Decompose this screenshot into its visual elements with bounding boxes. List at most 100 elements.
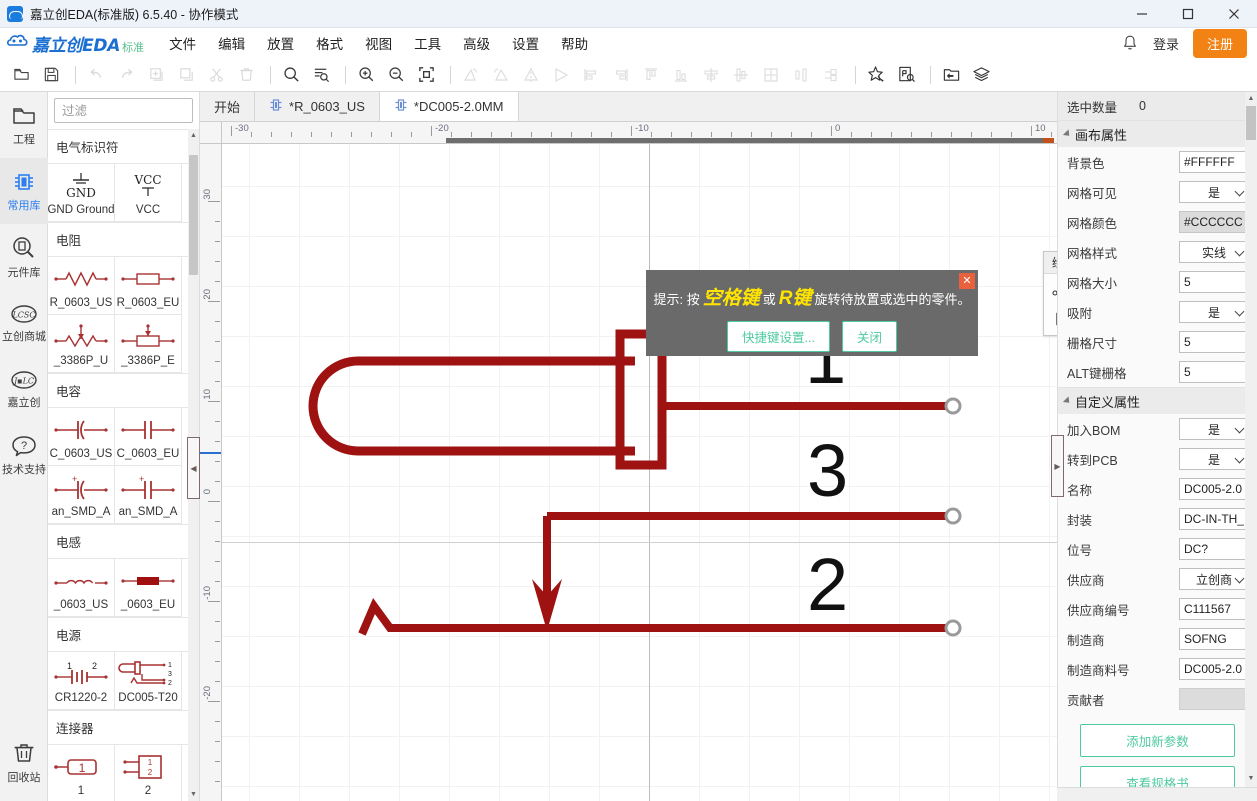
rotate-left-icon[interactable] (458, 62, 484, 88)
undo-icon[interactable] (83, 62, 109, 88)
mirror-vertical-icon[interactable] (518, 62, 544, 88)
brand-logo[interactable]: 嘉立创EDA 标准 (6, 31, 144, 56)
menu-view[interactable]: 视图 (354, 29, 403, 57)
maximize-button[interactable] (1165, 0, 1211, 28)
prop-convert-to-pcb[interactable]: 是 (1179, 448, 1249, 470)
menu-tools[interactable]: 工具 (403, 29, 452, 57)
properties-scrollbar-thumb[interactable] (1246, 106, 1256, 140)
library-scroll-area[interactable]: 电气标识符 GND GND Ground (48, 129, 200, 801)
rail-item-jlc[interactable]: J▪LC 嘉立创 (0, 356, 48, 422)
select-all-icon[interactable] (863, 62, 889, 88)
library-item-conn2[interactable]: 1 2 2 (115, 745, 182, 801)
prop-add-to-bom[interactable]: 是 (1179, 418, 1249, 440)
zoom-in-icon[interactable] (353, 62, 379, 88)
fit-to-screen-icon[interactable] (413, 62, 439, 88)
prop-grid-size[interactable] (1179, 271, 1249, 293)
prop-name[interactable] (1179, 478, 1249, 500)
filter-input[interactable] (54, 98, 193, 123)
rail-item-common-library[interactable]: 常用库 (0, 158, 48, 224)
rail-item-component-library[interactable]: 元件库 (0, 224, 48, 290)
tab-dc005-2-0mm[interactable]: *DC005-2.0MM (380, 92, 519, 121)
prop-grid-style[interactable]: 实线 (1179, 241, 1249, 263)
prop-snap[interactable]: 是 (1179, 301, 1249, 323)
distribute-vertical-icon[interactable] (818, 62, 844, 88)
delete-icon[interactable] (233, 62, 259, 88)
library-item-cap-smd-a2[interactable]: + an_SMD_A (115, 466, 182, 524)
dc-jack-symbol[interactable]: 1 3 2 (222, 144, 1057, 801)
vertical-ruler[interactable]: 30 20 10 0 -10 -20 (200, 144, 222, 801)
prop-contributor[interactable] (1179, 688, 1249, 710)
menu-help[interactable]: 帮助 (550, 29, 599, 57)
add-new-parameter-button[interactable]: 添加新参数 (1080, 724, 1235, 757)
custom-properties-section-header[interactable]: 自定义属性 (1058, 387, 1257, 414)
library-item-dc005-t20[interactable]: 1 3 2 DC005-T20 (115, 652, 182, 710)
prop-alt-grid[interactable] (1179, 361, 1249, 383)
menu-file[interactable]: 文件 (158, 29, 207, 57)
prop-supplier[interactable]: 立创商 (1179, 568, 1249, 590)
import-icon[interactable] (938, 62, 964, 88)
align-grid-icon[interactable] (758, 62, 784, 88)
menu-advanced[interactable]: 高级 (452, 29, 501, 57)
mirror-horizontal-icon[interactable] (548, 62, 574, 88)
align-right-icon[interactable] (608, 62, 634, 88)
rail-item-support[interactable]: ? 技术支持 (0, 422, 48, 488)
close-icon[interactable]: ✕ (959, 273, 975, 289)
canvas-properties-section-header[interactable]: 画布属性 (1058, 120, 1257, 147)
library-item-c0603us[interactable]: C_0603_US (48, 408, 115, 466)
cut-icon[interactable] (203, 62, 229, 88)
library-item-r0603eu[interactable]: R_0603_EU (115, 257, 182, 315)
minimize-button[interactable] (1119, 0, 1165, 28)
library-item-3386p-u[interactable]: _3386P_U (48, 315, 115, 373)
prop-designator[interactable] (1179, 538, 1249, 560)
prop-manufacturer[interactable] (1179, 628, 1249, 650)
align-bottom-icon[interactable] (668, 62, 694, 88)
rectangle-icon[interactable] (1048, 305, 1057, 333)
collapse-right-panel-handle[interactable]: ▶ (1051, 435, 1064, 497)
register-button[interactable]: 注册 (1193, 29, 1247, 58)
library-item-l0603us[interactable]: _0603_US (48, 559, 115, 617)
menu-format[interactable]: 格式 (305, 29, 354, 57)
library-item-c0603eu[interactable]: C_0603_EU (115, 408, 182, 466)
tab-start[interactable]: 开始 (200, 92, 255, 121)
pin-icon[interactable]: 1I (1048, 277, 1057, 305)
align-left-icon[interactable] (578, 62, 604, 88)
scroll-up-arrow-icon[interactable]: ▲ (1245, 92, 1257, 105)
library-item-gnd[interactable]: GND GND Ground (48, 164, 115, 222)
copy-icon[interactable] (143, 62, 169, 88)
library-item-cap-smd-a1[interactable]: + an_SMD_A (48, 466, 115, 524)
find-replace-icon[interactable] (308, 62, 334, 88)
open-file-icon[interactable] (8, 62, 34, 88)
align-center-vertical-icon[interactable] (728, 62, 754, 88)
layers-icon[interactable] (968, 62, 994, 88)
zoom-out-icon[interactable] (383, 62, 409, 88)
library-item-cr1220[interactable]: 1 2 CR1220-2 (48, 652, 115, 710)
scroll-down-arrow-icon[interactable]: ▼ (1245, 772, 1257, 785)
horizontal-ruler[interactable]: -30 -20 -10 0 10 (200, 122, 1057, 144)
pan-tool-icon[interactable] (893, 62, 919, 88)
prop-manufacturer-part-number[interactable] (1179, 658, 1249, 680)
prop-supplier-part-number[interactable] (1179, 598, 1249, 620)
prop-grid-color[interactable] (1179, 211, 1249, 233)
menu-edit[interactable]: 编辑 (207, 29, 256, 57)
library-item-r0603us[interactable]: R_0603_US (48, 257, 115, 315)
tip-close-button[interactable]: 关闭 (842, 321, 897, 352)
duplicate-icon[interactable] (173, 62, 199, 88)
library-item-conn1[interactable]: 1 1 (48, 745, 115, 801)
library-item-3386p-e[interactable]: _3386P_E (115, 315, 182, 373)
schematic-canvas-area[interactable]: -30 -20 -10 0 10 30 20 10 0 -10 (200, 122, 1057, 801)
shortcut-settings-button[interactable]: 快捷键设置... (727, 321, 830, 352)
align-top-icon[interactable] (638, 62, 664, 88)
library-item-l0603eu[interactable]: _0603_EU (115, 559, 182, 617)
prop-footprint[interactable] (1179, 508, 1249, 530)
redo-icon[interactable] (113, 62, 139, 88)
rail-item-lcsc-mall[interactable]: LCSC 立创商城 (0, 290, 48, 356)
align-center-horizontal-icon[interactable] (698, 62, 724, 88)
library-scrollbar-thumb[interactable] (189, 155, 198, 275)
collapse-left-panel-handle[interactable]: ◀ (187, 437, 200, 499)
rail-item-project[interactable]: 工程 (0, 92, 48, 158)
prop-background-color[interactable] (1179, 151, 1249, 173)
distribute-horizontal-icon[interactable] (788, 62, 814, 88)
login-link[interactable]: 登录 (1153, 34, 1179, 53)
menu-place[interactable]: 放置 (256, 29, 305, 57)
rotate-right-icon[interactable] (488, 62, 514, 88)
